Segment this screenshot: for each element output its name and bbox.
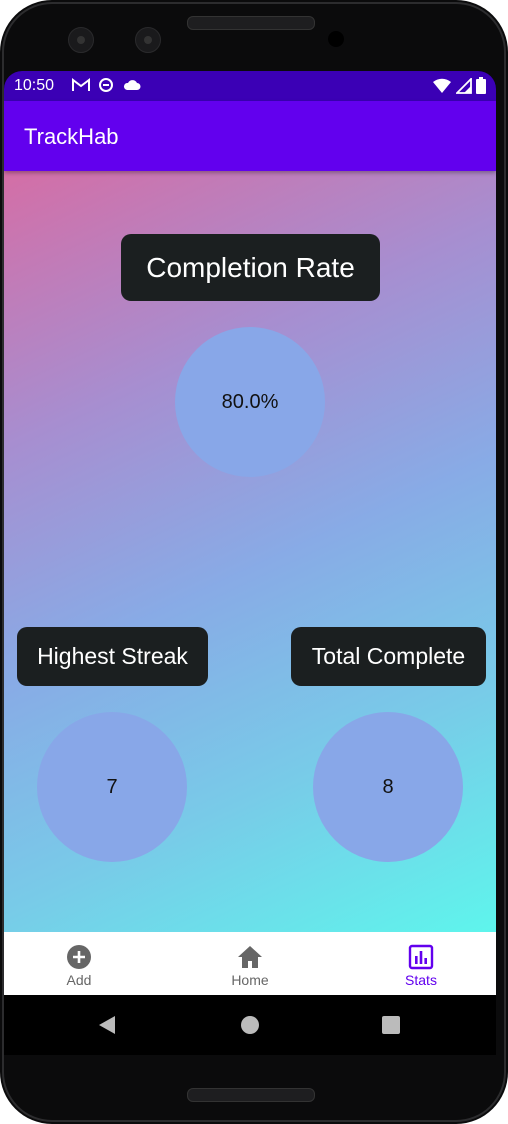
status-time: 10:50: [14, 77, 55, 94]
notification-icons: [72, 77, 141, 96]
cloud-icon: [123, 80, 141, 90]
phone-frame: 10:50 TrackHab Completion Rate 80.0% Hig…: [0, 0, 508, 1124]
app-title: TrackHab: [24, 124, 119, 149]
proximity-sensor-icon: [328, 31, 344, 47]
completion-rate-value: 80.0%: [221, 390, 279, 413]
status-bar: 10:50: [4, 71, 496, 101]
home-button-icon[interactable]: [240, 1015, 260, 1035]
front-sensor-icon: [135, 27, 161, 53]
nav-label-stats: Stats: [405, 972, 437, 988]
recents-icon[interactable]: [382, 1016, 400, 1034]
nav-item-add[interactable]: Add: [39, 932, 119, 995]
gmail-icon: [72, 78, 90, 91]
total-complete-value: 8: [382, 775, 394, 798]
highest-streak-label: Highest Streak: [17, 627, 208, 686]
front-camera-icon: [68, 27, 94, 53]
signal-icon: [454, 76, 472, 94]
bottom-speaker: [187, 1088, 315, 1102]
stats-content: Completion Rate 80.0% Highest Streak 7 T…: [4, 171, 496, 932]
system-navigation-bar: [4, 995, 496, 1055]
completion-rate-circle: 80.0%: [175, 327, 325, 477]
highest-streak-circle: 7: [37, 712, 187, 862]
home-icon: [238, 946, 262, 968]
system-icons: [433, 76, 486, 99]
total-complete-label: Total Complete: [291, 627, 486, 686]
phone-screen: 10:50 TrackHab Completion Rate 80.0% Hig…: [4, 71, 496, 1055]
add-circle-icon: [67, 945, 91, 969]
wifi-icon: [433, 78, 452, 93]
battery-icon: [476, 77, 486, 94]
sync-icon: [99, 78, 114, 92]
back-icon[interactable]: [97, 1015, 117, 1035]
app-bar: TrackHab: [4, 101, 496, 171]
nav-item-home[interactable]: Home: [210, 932, 290, 995]
bottom-navigation: Add Home Stats: [4, 932, 496, 995]
bar-chart-icon: [408, 944, 434, 970]
total-complete-circle: 8: [313, 712, 463, 862]
nav-item-stats[interactable]: Stats: [381, 932, 461, 995]
highest-streak-value: 7: [106, 775, 118, 798]
completion-rate-label: Completion Rate: [121, 234, 380, 301]
nav-label-add: Add: [66, 972, 92, 988]
nav-label-home: Home: [231, 972, 269, 988]
earpiece-speaker: [187, 16, 315, 30]
